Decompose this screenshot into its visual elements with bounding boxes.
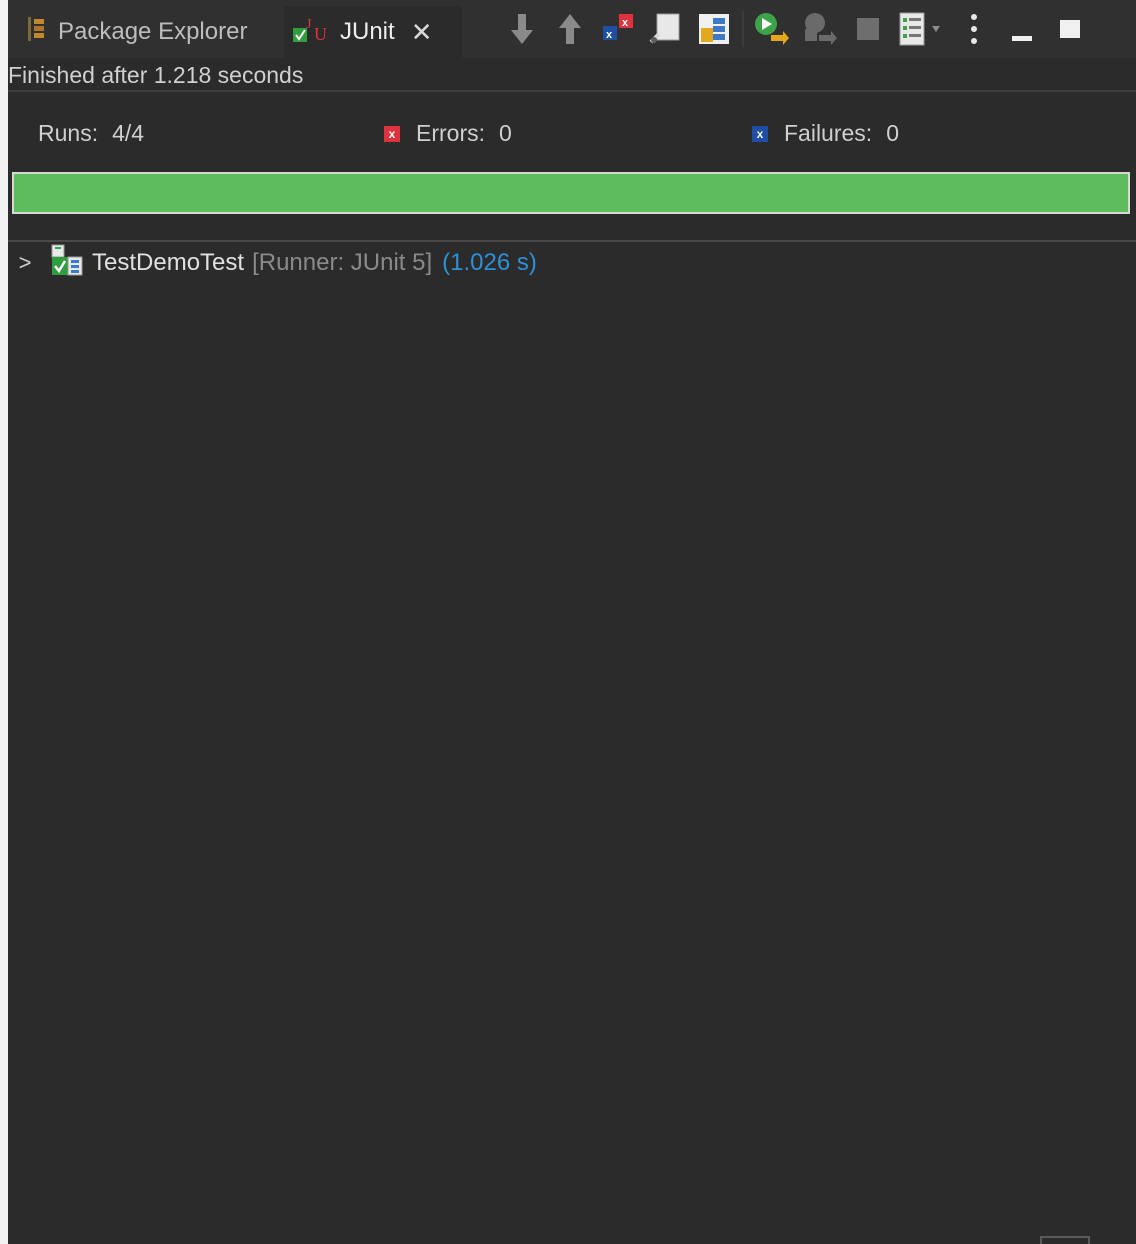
corner-handle <box>1040 1236 1090 1244</box>
maximize-button[interactable] <box>1046 5 1094 53</box>
rerun-button[interactable] <box>748 5 796 53</box>
status-message: Finished after 1.218 seconds <box>8 58 1136 92</box>
stop-button[interactable] <box>844 5 892 53</box>
next-failure-button[interactable] <box>498 5 546 53</box>
minimize-button[interactable] <box>998 5 1046 53</box>
test-history-icon <box>899 12 940 46</box>
failures-value: 0 <box>886 120 899 146</box>
failures-counter: x Failures: 0 <box>752 120 899 147</box>
test-class-name: TestDemoTest <box>92 249 245 276</box>
progress-bar <box>12 172 1130 214</box>
test-history-button[interactable] <box>892 5 950 53</box>
svg-text:U: U <box>314 24 327 44</box>
show-failures-only-button[interactable]: x x <box>594 5 642 53</box>
junit-toolbar: x x <box>498 4 1094 54</box>
view-menu-icon <box>971 14 977 44</box>
rerun-failures-first-button[interactable] <box>796 5 844 53</box>
stop-icon <box>857 18 879 40</box>
minimize-icon <box>1012 36 1032 41</box>
test-duration: (1.026 s) <box>442 249 537 276</box>
previous-failure-icon <box>559 14 581 44</box>
tab-package-explorer[interactable]: Package Explorer <box>16 6 284 58</box>
tab-label: JUnit <box>340 18 395 45</box>
tab-label: Package Explorer <box>58 18 248 45</box>
view-menu-button[interactable] <box>950 5 998 53</box>
errors-counter: x Errors: 0 <box>384 120 512 147</box>
package-explorer-icon <box>26 15 48 50</box>
view-tab-bar: Package Explorer J U JUnit ✕ x x <box>8 0 1136 58</box>
failures-label: Failures: <box>784 120 873 146</box>
failure-icon: x <box>752 125 768 142</box>
show-skipped-icon <box>699 14 729 44</box>
junit-icon: J U <box>292 14 330 51</box>
window-edge <box>0 0 8 1244</box>
previous-failure-button[interactable] <box>546 5 594 53</box>
runs-label: Runs: <box>38 120 99 146</box>
error-icon: x <box>384 125 400 142</box>
divider <box>8 240 1136 242</box>
test-counters: Runs: 4/4 x Errors: 0 x Failures: 0 <box>8 108 1136 158</box>
svg-text:x: x <box>606 29 613 41</box>
show-failures-only-icon: x x <box>603 14 633 41</box>
next-failure-icon <box>511 14 533 44</box>
test-suite-icon <box>50 243 84 284</box>
errors-label: Errors: <box>416 120 485 146</box>
scroll-lock-button[interactable] <box>642 5 690 53</box>
maximize-icon <box>1060 20 1080 38</box>
chevron-right-icon[interactable]: > <box>8 250 42 276</box>
close-icon[interactable]: ✕ <box>411 17 433 48</box>
runs-value: 4/4 <box>112 120 145 146</box>
rerun-failures-first-icon <box>805 13 837 45</box>
rerun-icon <box>755 13 789 45</box>
tree-item-test-class[interactable]: > TestDemoTest [Runner: JUnit 5] (1.026 … <box>8 244 537 280</box>
show-skipped-button[interactable] <box>690 5 738 53</box>
svg-text:J: J <box>306 17 312 32</box>
test-runner-label: [Runner: JUnit 5] <box>252 249 433 276</box>
toolbar-separator <box>742 11 744 47</box>
errors-value: 0 <box>499 120 512 146</box>
tab-junit[interactable]: J U JUnit ✕ <box>284 6 462 58</box>
scroll-lock-icon <box>649 13 680 44</box>
svg-text:x: x <box>622 17 629 29</box>
progress-fill <box>14 174 1128 212</box>
runs-counter: Runs: 4/4 <box>38 120 144 147</box>
